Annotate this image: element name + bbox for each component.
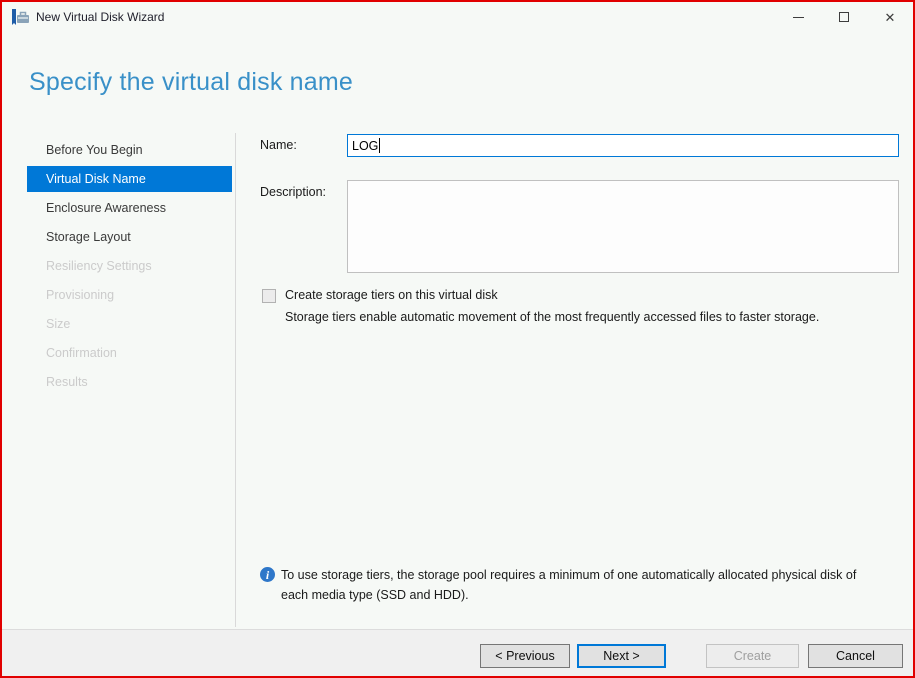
page-title: Specify the virtual disk name <box>29 68 353 97</box>
sidebar-item-virtual-disk-name[interactable]: Virtual Disk Name <box>27 166 232 192</box>
sidebar-item-confirmation: Confirmation <box>27 338 232 367</box>
sidebar-item-enclosure-awareness[interactable]: Enclosure Awareness <box>27 193 232 222</box>
info-note: i To use storage tiers, the storage pool… <box>260 565 860 605</box>
create-button: Create <box>706 644 799 668</box>
close-button[interactable]: ✕ <box>867 2 913 32</box>
storage-tiers-checkbox <box>262 289 276 303</box>
previous-button[interactable]: < Previous <box>480 644 570 668</box>
text-caret <box>379 138 380 153</box>
maximize-icon <box>839 12 849 22</box>
wizard-steps-sidebar: Before You Begin Virtual Disk Name Enclo… <box>27 135 232 396</box>
sidebar-item-results: Results <box>27 367 232 396</box>
window-title: New Virtual Disk Wizard <box>36 2 164 32</box>
titlebar[interactable]: New Virtual Disk Wizard ✕ <box>2 2 913 32</box>
close-icon: ✕ <box>885 11 896 24</box>
window-controls: ✕ <box>775 2 913 32</box>
description-input[interactable] <box>347 180 899 273</box>
maximize-button[interactable] <box>821 2 867 32</box>
sidebar-divider <box>235 133 236 627</box>
sidebar-item-size: Size <box>27 309 232 338</box>
next-button[interactable]: Next > <box>577 644 666 668</box>
sidebar-item-before-you-begin[interactable]: Before You Begin <box>27 135 232 164</box>
info-icon: i <box>260 567 275 582</box>
storage-tiers-help-text: Storage tiers enable automatic movement … <box>285 307 859 327</box>
storage-tiers-checkbox-label: Create storage tiers on this virtual dis… <box>285 288 498 302</box>
description-label: Description: <box>260 185 326 199</box>
sidebar-item-provisioning: Provisioning <box>27 280 232 309</box>
new-virtual-disk-wizard-window: New Virtual Disk Wizard ✕ Specify the vi… <box>0 0 915 678</box>
minimize-icon <box>793 17 804 18</box>
footer: < Previous Next > Create Cancel <box>2 630 913 676</box>
server-manager-icon <box>12 9 29 25</box>
name-input[interactable] <box>347 134 899 157</box>
minimize-button[interactable] <box>775 2 821 32</box>
cancel-button[interactable]: Cancel <box>808 644 903 668</box>
sidebar-item-storage-layout[interactable]: Storage Layout <box>27 222 232 251</box>
sidebar-item-resiliency-settings: Resiliency Settings <box>27 251 232 280</box>
name-label: Name: <box>260 138 297 152</box>
info-note-text: To use storage tiers, the storage pool r… <box>281 565 859 605</box>
